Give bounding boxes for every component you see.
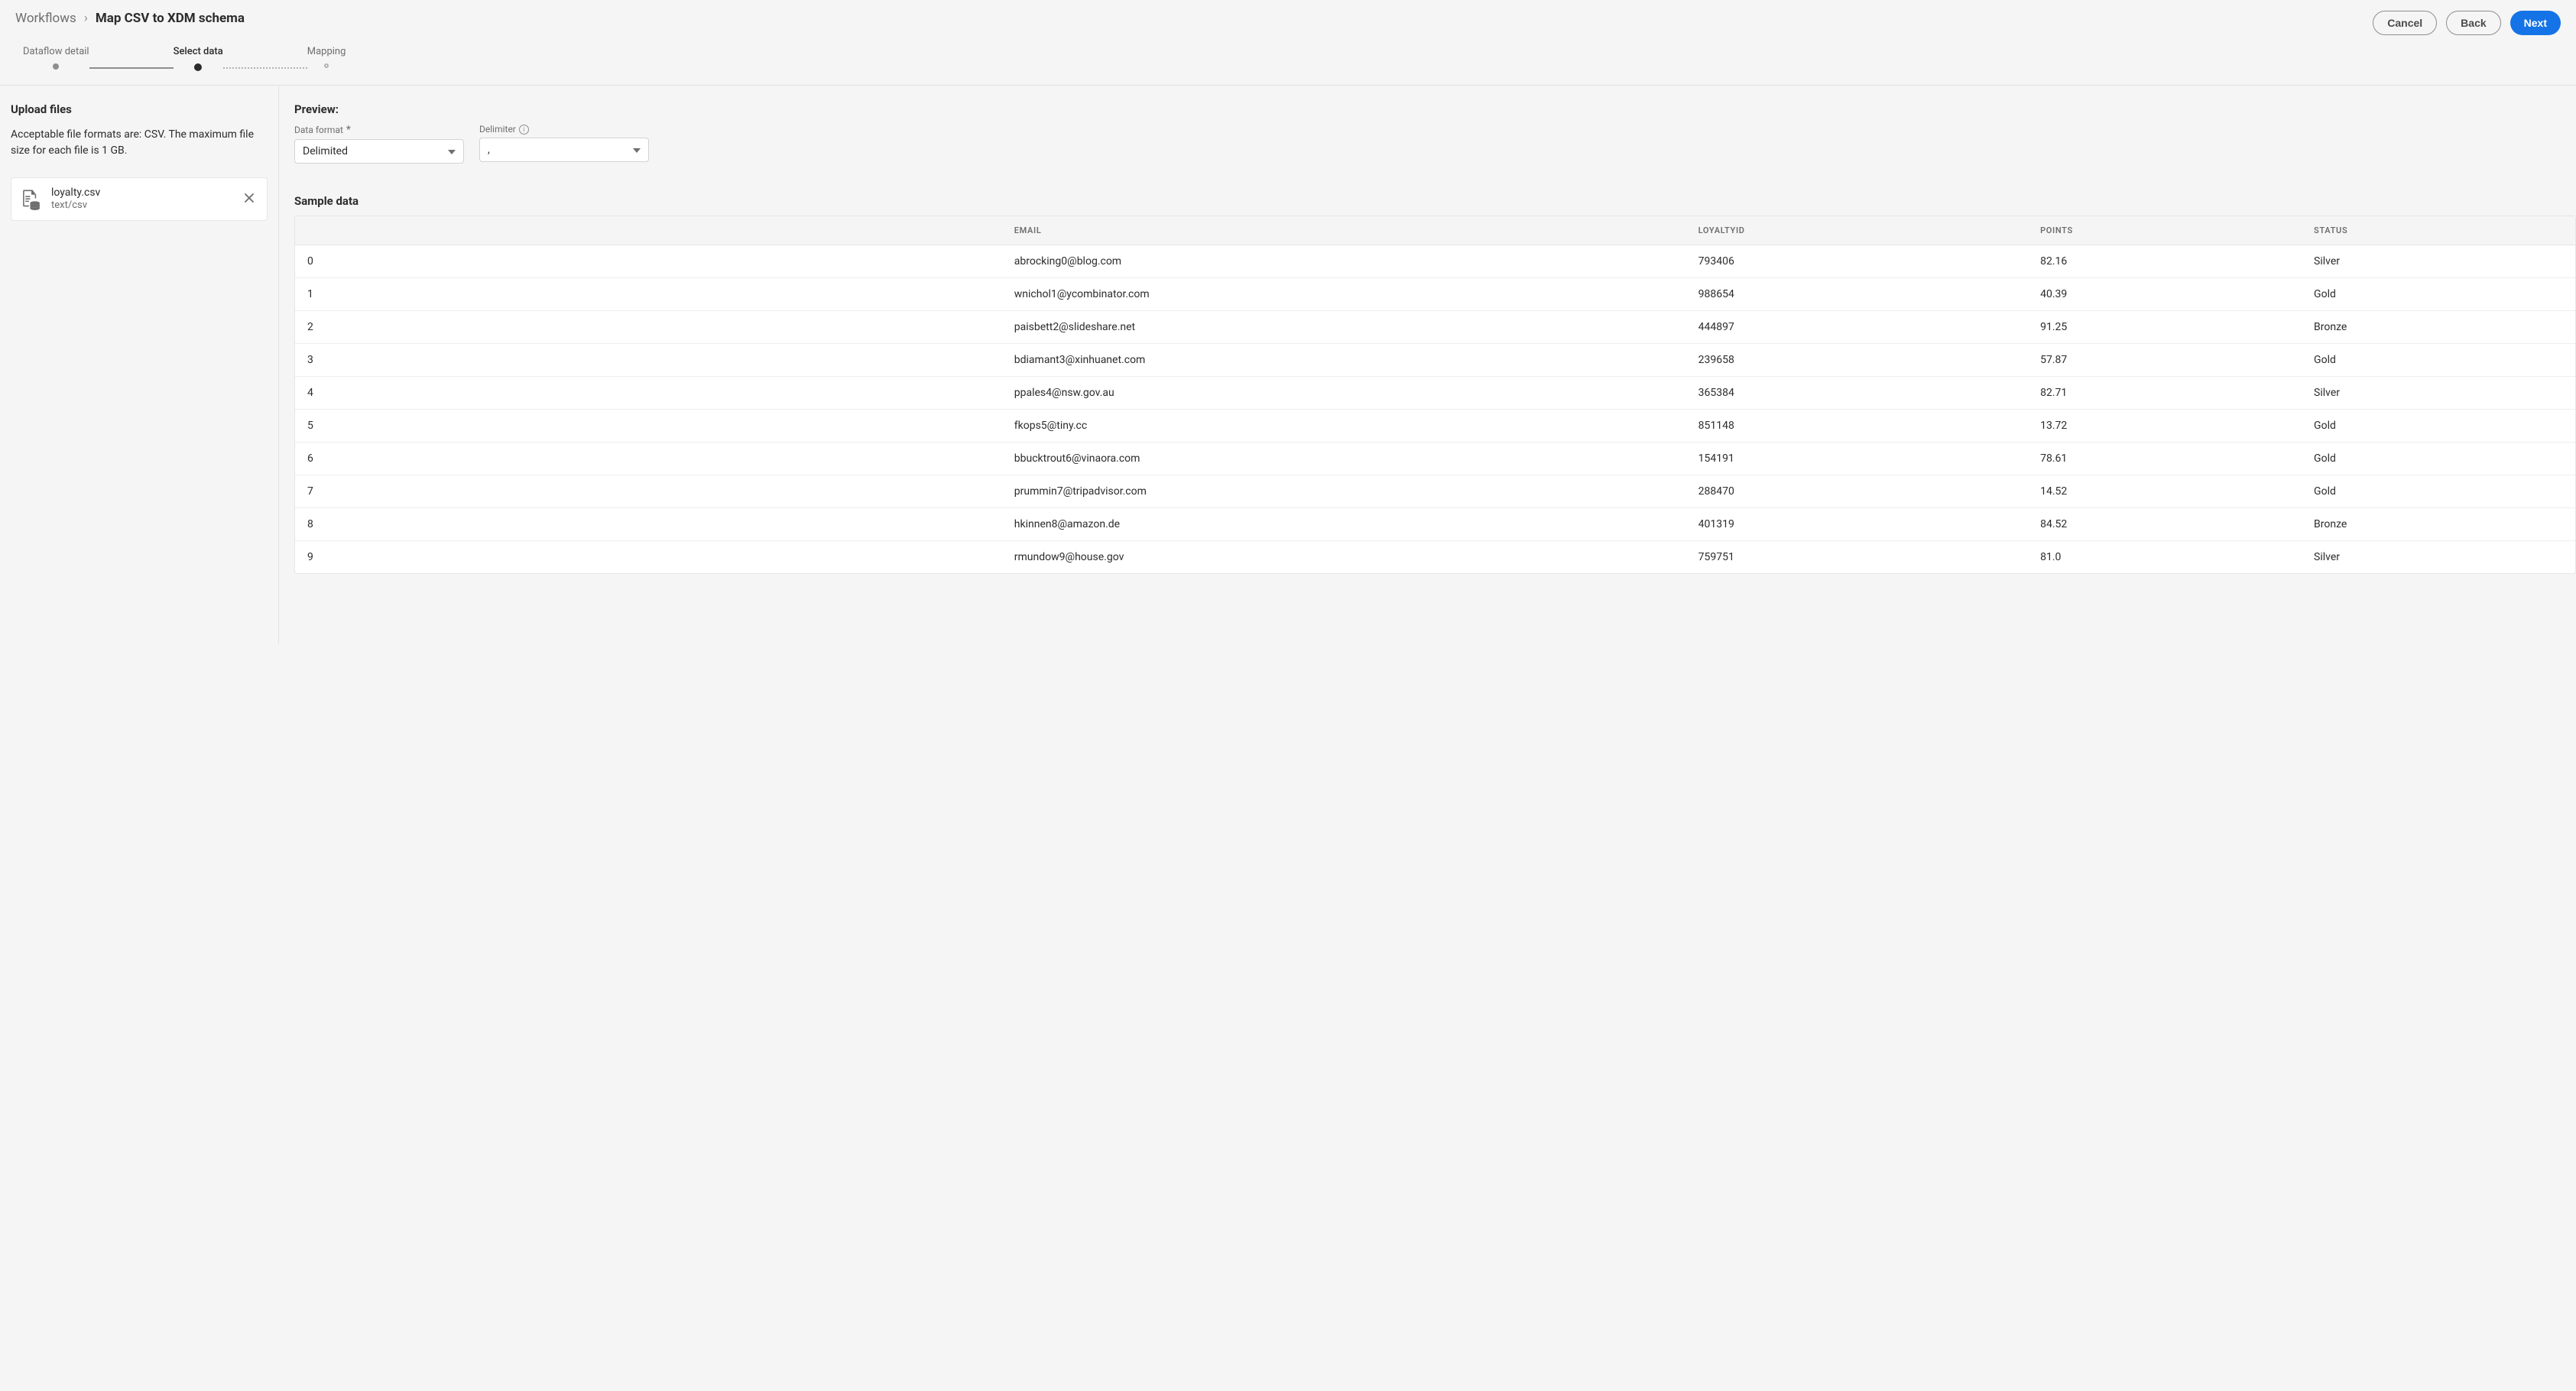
data-format-label: Data format * bbox=[294, 124, 464, 136]
cell-loyaltyid: 444897 bbox=[1686, 311, 2028, 344]
preview-panel: Preview: Data format * Delimited Delimit… bbox=[279, 86, 2576, 644]
chevron-down-icon bbox=[633, 144, 641, 156]
cell-status: Gold bbox=[2302, 475, 2575, 508]
cell-idx: 0 bbox=[295, 245, 1002, 278]
table-row[interactable]: 7prummin7@tripadvisor.com28847014.52Gold bbox=[295, 475, 2575, 508]
table-header-row: EMAIL LOYALTYID POINTS STATUS bbox=[295, 216, 2575, 245]
upload-sidebar: Upload files Acceptable file formats are… bbox=[0, 86, 279, 644]
col-points: POINTS bbox=[2028, 216, 2302, 245]
cell-email: paisbett2@slideshare.net bbox=[1002, 311, 1686, 344]
cell-loyaltyid: 154191 bbox=[1686, 443, 2028, 475]
preview-heading: Preview: bbox=[294, 102, 2576, 116]
cell-email: prummin7@tripadvisor.com bbox=[1002, 475, 1686, 508]
cell-email: fkops5@tiny.cc bbox=[1002, 410, 1686, 443]
cell-email: ppales4@nsw.gov.au bbox=[1002, 377, 1686, 410]
cell-loyaltyid: 988654 bbox=[1686, 278, 2028, 311]
col-status: STATUS bbox=[2302, 216, 2575, 245]
cell-loyaltyid: 793406 bbox=[1686, 245, 2028, 278]
cell-idx: 7 bbox=[295, 475, 1002, 508]
table-row[interactable]: 1wnichol1@ycombinator.com98865440.39Gold bbox=[295, 278, 2575, 311]
sample-data-heading: Sample data bbox=[294, 194, 2576, 208]
cell-idx: 2 bbox=[295, 311, 1002, 344]
step-select-data[interactable]: Select data bbox=[174, 46, 223, 71]
cell-loyaltyid: 365384 bbox=[1686, 377, 2028, 410]
step-mapping[interactable]: Mapping bbox=[307, 46, 346, 68]
workflow-stepper: Dataflow detail Select data Mapping bbox=[0, 35, 2576, 85]
back-button[interactable]: Back bbox=[2446, 11, 2500, 35]
file-name: loyalty.csv bbox=[51, 186, 232, 199]
cell-points: 82.16 bbox=[2028, 245, 2302, 278]
cell-points: 81.0 bbox=[2028, 541, 2302, 573]
col-index bbox=[295, 216, 1002, 245]
delimiter-label: Delimiter i bbox=[479, 124, 649, 135]
close-icon bbox=[244, 193, 255, 203]
cell-points: 40.39 bbox=[2028, 278, 2302, 311]
cell-points: 84.52 bbox=[2028, 508, 2302, 541]
col-loyaltyid: LOYALTYID bbox=[1686, 216, 2028, 245]
cell-status: Gold bbox=[2302, 278, 2575, 311]
data-format-select[interactable]: Delimited bbox=[294, 139, 464, 164]
sample-data-table: EMAIL LOYALTYID POINTS STATUS 0abrocking… bbox=[294, 216, 2576, 574]
file-type: text/csv bbox=[51, 199, 232, 212]
cell-status: Gold bbox=[2302, 344, 2575, 377]
cell-status: Gold bbox=[2302, 410, 2575, 443]
cell-loyaltyid: 239658 bbox=[1686, 344, 2028, 377]
cell-points: 13.72 bbox=[2028, 410, 2302, 443]
cell-email: bdiamant3@xinhuanet.com bbox=[1002, 344, 1686, 377]
cell-loyaltyid: 851148 bbox=[1686, 410, 2028, 443]
cell-status: Silver bbox=[2302, 377, 2575, 410]
step-dataflow-detail[interactable]: Dataflow detail bbox=[23, 46, 89, 70]
cell-loyaltyid: 288470 bbox=[1686, 475, 2028, 508]
cell-points: 82.71 bbox=[2028, 377, 2302, 410]
file-csv-icon bbox=[21, 189, 42, 210]
cell-idx: 3 bbox=[295, 344, 1002, 377]
next-button[interactable]: Next bbox=[2510, 11, 2561, 35]
table-row[interactable]: 5fkops5@tiny.cc85114813.72Gold bbox=[295, 410, 2575, 443]
cell-email: rmundow9@house.gov bbox=[1002, 541, 1686, 573]
info-icon[interactable]: i bbox=[519, 125, 529, 135]
table-row[interactable]: 9rmundow9@house.gov75975181.0Silver bbox=[295, 541, 2575, 573]
table-row[interactable]: 3bdiamant3@xinhuanet.com23965857.87Gold bbox=[295, 344, 2575, 377]
breadcrumb: Workflows › Map CSV to XDM schema bbox=[15, 11, 245, 26]
cell-email: bbucktrout6@vinaora.com bbox=[1002, 443, 1686, 475]
breadcrumb-parent[interactable]: Workflows bbox=[15, 11, 76, 26]
table-row[interactable]: 2paisbett2@slideshare.net44489791.25Bron… bbox=[295, 311, 2575, 344]
breadcrumb-current: Map CSV to XDM schema bbox=[96, 11, 245, 26]
cell-loyaltyid: 759751 bbox=[1686, 541, 2028, 573]
cell-idx: 5 bbox=[295, 410, 1002, 443]
cell-email: abrocking0@blog.com bbox=[1002, 245, 1686, 278]
cell-idx: 6 bbox=[295, 443, 1002, 475]
cell-email: wnichol1@ycombinator.com bbox=[1002, 278, 1686, 311]
col-email: EMAIL bbox=[1002, 216, 1686, 245]
required-icon: * bbox=[346, 124, 351, 136]
cell-points: 14.52 bbox=[2028, 475, 2302, 508]
cell-idx: 4 bbox=[295, 377, 1002, 410]
table-row[interactable]: 4ppales4@nsw.gov.au36538482.71Silver bbox=[295, 377, 2575, 410]
delimiter-select[interactable]: , bbox=[479, 138, 649, 162]
cell-points: 57.87 bbox=[2028, 344, 2302, 377]
cell-status: Gold bbox=[2302, 443, 2575, 475]
cell-email: hkinnen8@amazon.de bbox=[1002, 508, 1686, 541]
remove-file-button[interactable] bbox=[241, 188, 258, 210]
cell-points: 91.25 bbox=[2028, 311, 2302, 344]
cell-status: Silver bbox=[2302, 245, 2575, 278]
uploaded-file-card: loyalty.csv text/csv bbox=[11, 177, 268, 221]
cell-points: 78.61 bbox=[2028, 443, 2302, 475]
cell-status: Bronze bbox=[2302, 311, 2575, 344]
cancel-button[interactable]: Cancel bbox=[2373, 11, 2437, 35]
cell-loyaltyid: 401319 bbox=[1686, 508, 2028, 541]
cell-idx: 9 bbox=[295, 541, 1002, 573]
upload-title: Upload files bbox=[11, 102, 268, 116]
cell-idx: 8 bbox=[295, 508, 1002, 541]
upload-description: Acceptable file formats are: CSV. The ma… bbox=[11, 127, 268, 159]
cell-status: Bronze bbox=[2302, 508, 2575, 541]
cell-status: Silver bbox=[2302, 541, 2575, 573]
chevron-right-icon: › bbox=[84, 11, 88, 26]
table-row[interactable]: 6bbucktrout6@vinaora.com15419178.61Gold bbox=[295, 443, 2575, 475]
chevron-down-icon bbox=[448, 145, 456, 157]
table-row[interactable]: 0abrocking0@blog.com79340682.16Silver bbox=[295, 245, 2575, 278]
cell-idx: 1 bbox=[295, 278, 1002, 311]
table-row[interactable]: 8hkinnen8@amazon.de40131984.52Bronze bbox=[295, 508, 2575, 541]
